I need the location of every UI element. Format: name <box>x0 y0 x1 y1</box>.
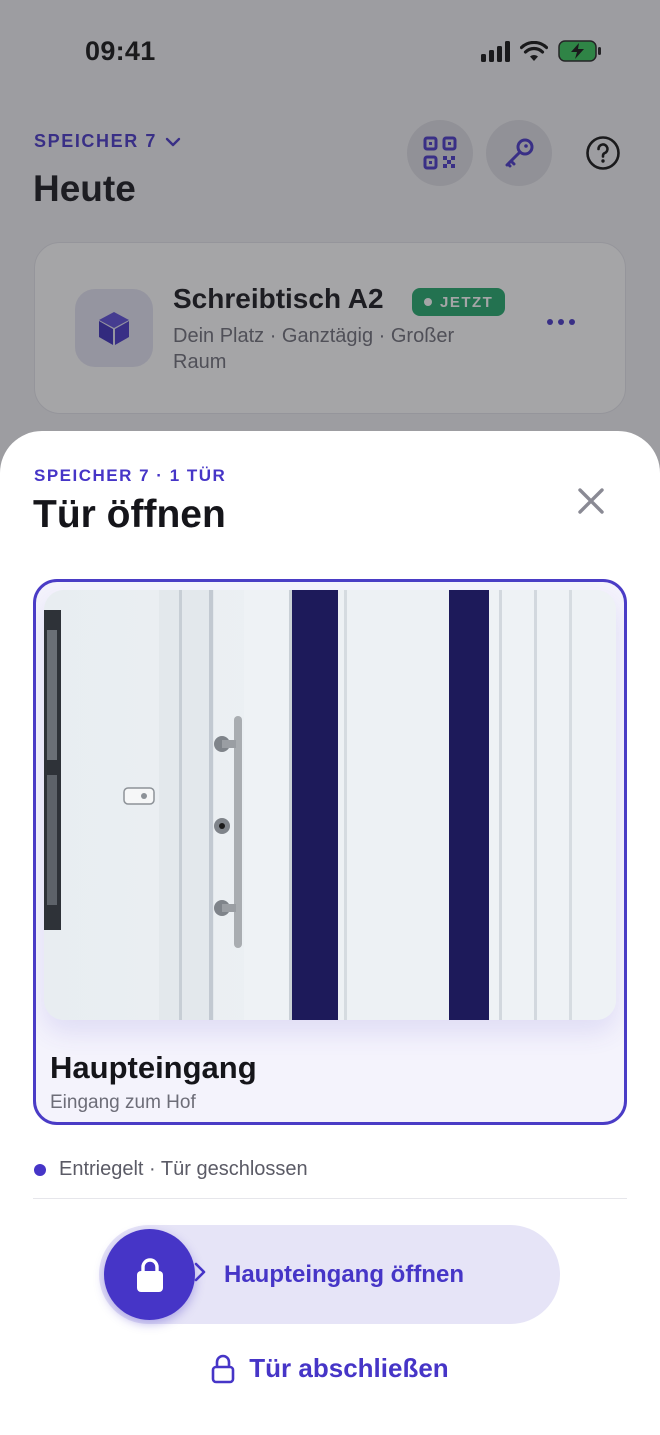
lock-icon <box>136 1257 163 1292</box>
divider <box>33 1198 627 1199</box>
door-photo <box>44 590 616 1020</box>
status-dot <box>34 1163 46 1176</box>
lock-outline-icon <box>211 1354 235 1383</box>
slide-to-open-label: Haupteingang öffnen <box>224 1261 464 1288</box>
close-icon <box>578 488 604 514</box>
door-status-text: Entriegelt · Tür geschlossen <box>59 1158 308 1180</box>
lock-door-label: Tür abschließen <box>249 1353 449 1383</box>
door-description: Eingang zum Hof <box>50 1092 196 1113</box>
sheet-title: Tür öffnen <box>33 493 226 536</box>
lock-door-button[interactable]: Tür abschließen <box>0 1353 660 1384</box>
door-card-selected[interactable]: Haupteingang Eingang zum Hof <box>33 579 627 1125</box>
open-door-sheet: SPEICHER 7 · 1 TÜR Tür öffnen Haupteinga… <box>0 431 660 1435</box>
door-status: Entriegelt · Tür geschlossen <box>34 1158 308 1181</box>
slide-to-open-handle[interactable] <box>104 1229 195 1320</box>
sheet-eyebrow: SPEICHER 7 · 1 TÜR <box>34 466 227 485</box>
chevron-right-icon <box>194 1262 206 1282</box>
close-button[interactable] <box>571 481 611 521</box>
door-name: Haupteingang <box>50 1050 257 1085</box>
slide-to-open-track[interactable]: Haupteingang öffnen <box>99 1225 560 1324</box>
